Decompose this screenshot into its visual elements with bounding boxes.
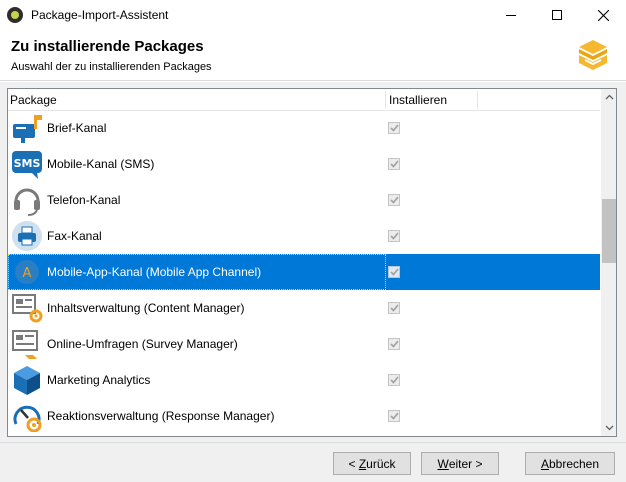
check-icon (389, 304, 399, 312)
install-checkbox[interactable] (388, 158, 400, 170)
close-icon (597, 9, 609, 21)
back-button[interactable]: < Zurück (333, 452, 411, 475)
check-icon (389, 376, 399, 384)
next-button-label: eiter > (448, 456, 483, 471)
content-manager-icon (12, 294, 43, 323)
column-divider[interactable] (477, 91, 478, 109)
package-label: Inhaltsverwaltung (Content Manager) (47, 301, 245, 315)
install-checkbox[interactable] (388, 194, 400, 206)
chevron-down-icon (605, 425, 613, 431)
package-label: Brief-Kanal (47, 121, 107, 135)
install-checkbox[interactable] (388, 338, 400, 350)
install-checkbox[interactable] (388, 266, 400, 278)
install-checkbox[interactable] (388, 302, 400, 314)
scroll-down-button[interactable] (601, 420, 616, 436)
svg-text:A: A (23, 266, 32, 281)
minimize-icon (506, 14, 516, 16)
back-button-label: urück (366, 456, 396, 471)
package-row-brief-kanal[interactable]: Brief-Kanal (8, 110, 600, 146)
check-icon (389, 412, 399, 420)
check-icon (389, 160, 399, 168)
package-label: Marketing Analytics (47, 373, 151, 387)
fax-icon (12, 221, 42, 251)
next-button-accel: W (437, 456, 449, 471)
check-icon (389, 196, 399, 204)
mobile-app-icon: A (15, 260, 39, 284)
package-label: Reaktionsverwaltung (Response Manager) (47, 409, 275, 423)
back-button-prefix: < (348, 456, 359, 471)
window-title: Package-Import-Assistent (31, 8, 169, 22)
package-row-mobile-app[interactable]: A Mobile-App-Kanal (Mobile App Channel) (8, 254, 600, 290)
chevron-up-icon (605, 94, 613, 100)
package-label: Telefon-Kanal (47, 193, 121, 207)
package-label: Mobile-Kanal (SMS) (47, 157, 155, 171)
package-label: Fax-Kanal (47, 229, 102, 243)
package-row-survey-manager[interactable]: Online-Umfragen (Survey Manager) (8, 326, 600, 362)
package-logo-icon (579, 40, 607, 70)
install-checkbox[interactable] (388, 230, 400, 242)
wizard-header: Zu installierende Packages Auswahl der z… (0, 31, 626, 81)
cancel-button-label: bbrechen (548, 456, 600, 471)
package-label: Online-Umfragen (Survey Manager) (47, 337, 238, 351)
maximize-button[interactable] (534, 0, 580, 30)
package-row-fax[interactable]: Fax-Kanal (8, 218, 600, 254)
column-header: Package Installieren (8, 89, 600, 111)
minimize-button[interactable] (488, 0, 534, 30)
package-row-marketing-analytics[interactable]: Marketing Analytics (8, 362, 600, 398)
app-icon (7, 7, 23, 23)
install-checkbox[interactable] (388, 122, 400, 134)
back-button-accel: Z (358, 456, 367, 471)
column-header-install[interactable]: Installieren (389, 93, 447, 107)
cancel-button-accel: A (540, 456, 549, 471)
package-row-content-manager[interactable]: Inhaltsverwaltung (Content Manager) (8, 290, 600, 326)
package-list[interactable]: Package Installieren Brief-Kanal SMS Mob… (7, 88, 617, 437)
install-checkbox[interactable] (388, 374, 400, 386)
cancel-button[interactable]: Abbrechen (525, 452, 615, 475)
package-row-partial[interactable] (8, 434, 600, 437)
check-icon (389, 340, 399, 348)
headset-icon (14, 188, 40, 216)
check-icon (389, 268, 399, 276)
check-icon (389, 124, 399, 132)
column-divider[interactable] (385, 91, 386, 109)
close-button[interactable] (580, 0, 626, 30)
scroll-thumb[interactable] (602, 199, 616, 263)
next-button[interactable]: Weiter > (421, 452, 499, 475)
page-subtitle: Auswahl der zu installierenden Packages (11, 61, 212, 73)
survey-icon (12, 330, 38, 359)
scroll-up-button[interactable] (601, 89, 616, 105)
title-bar: Package-Import-Assistent (0, 0, 626, 31)
package-row-sms[interactable]: SMS Mobile-Kanal (SMS) (8, 146, 600, 182)
footer-divider (0, 442, 626, 443)
gauge-icon (13, 405, 42, 432)
vertical-scrollbar[interactable] (601, 89, 616, 436)
package-row-telefon[interactable]: Telefon-Kanal (8, 182, 600, 218)
cube-icon (14, 366, 40, 395)
partial-package-icon (11, 436, 43, 437)
column-header-package[interactable]: Package (10, 93, 57, 107)
package-label: Mobile-App-Kanal (Mobile App Channel) (47, 265, 262, 279)
page-title: Zu installierende Packages (11, 38, 204, 55)
check-icon (389, 232, 399, 240)
package-rows: Brief-Kanal SMS Mobile-Kanal (SMS) Telef… (8, 110, 600, 437)
maximize-icon (552, 10, 562, 20)
package-row-response-manager[interactable]: Reaktionsverwaltung (Response Manager) (8, 398, 600, 434)
sms-icon: SMS (12, 151, 42, 179)
install-checkbox[interactable] (388, 410, 400, 422)
mailbox-icon (13, 115, 42, 143)
svg-text:SMS: SMS (14, 157, 41, 170)
